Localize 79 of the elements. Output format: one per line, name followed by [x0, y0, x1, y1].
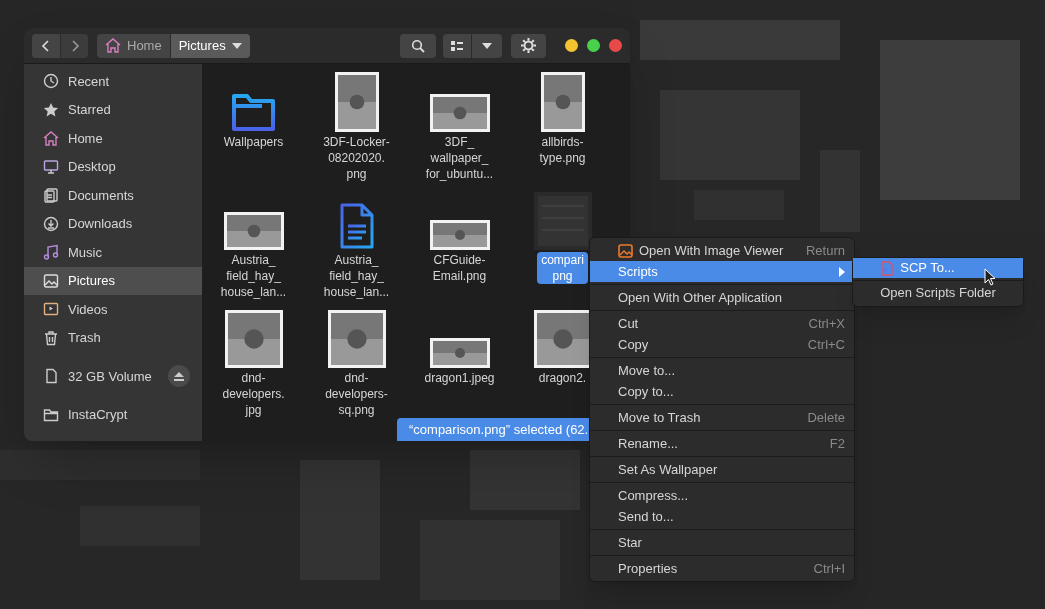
search-icon [411, 38, 425, 53]
menu-item[interactable]: Open Scripts Folder [853, 283, 1023, 303]
music-note-icon [43, 244, 59, 261]
shortcut-label: Delete [807, 408, 845, 427]
file-name[interactable]: Wallpapers [219, 134, 288, 150]
sidebar-item[interactable]: InstaCrypt [24, 400, 202, 429]
sidebar-item[interactable]: Videos [24, 295, 202, 324]
caret-icon [231, 42, 242, 49]
search-button[interactable] [400, 33, 436, 58]
shortcut-label: Return [805, 241, 845, 260]
sidebar-item[interactable]: Recent [24, 67, 202, 96]
menu-item[interactable]: Compress... [590, 485, 854, 506]
settings-icon [521, 38, 536, 53]
file-name[interactable]: allbirds- type.png [535, 134, 590, 166]
sidebar-item[interactable]: Documents [24, 181, 202, 210]
clock-icon [43, 73, 59, 90]
maximize-button[interactable] [587, 39, 600, 52]
menu-item[interactable]: Open With Image Viewer Return [590, 240, 854, 261]
sidebar-item[interactable]: Home [24, 124, 202, 153]
file-name[interactable]: dnd- developers. jpg [218, 370, 289, 418]
menu-item[interactable]: Rename... F2 [590, 433, 854, 454]
file-name[interactable]: dnd- developers- sq.png [321, 370, 392, 418]
file-name[interactable]: 3DF-Locker- 08202020. png [319, 134, 394, 182]
file-name[interactable]: dragon2. [534, 370, 591, 386]
back-button[interactable] [32, 33, 60, 58]
sidebar-item[interactable]: 32 GB Volume [24, 362, 202, 391]
sidebar-item[interactable]: Downloads [24, 209, 202, 238]
monitor-icon [43, 158, 59, 175]
shortcut-label: Ctrl+C [807, 335, 845, 354]
eject-icon [174, 371, 184, 381]
sidebar-item[interactable]: Desktop [24, 152, 202, 181]
menu-item[interactable]: Move to Trash Delete [590, 407, 854, 428]
file-name[interactable]: 3DF_ wallpaper_ for_ubuntu... [421, 134, 498, 182]
eject-button[interactable] [168, 365, 190, 388]
menu-item[interactable]: Set As Wallpaper [590, 459, 854, 480]
folder-icon [230, 92, 277, 132]
script-file-icon [881, 260, 894, 276]
menu-item[interactable]: Open With Other Application [590, 287, 854, 308]
view-options-button[interactable] [472, 33, 502, 58]
download-icon [43, 215, 59, 232]
settings-button[interactable] [511, 33, 546, 58]
path-button[interactable]: Home [97, 33, 170, 58]
file-name[interactable]: CFGuide- Email.png [428, 252, 491, 284]
sidebar-item[interactable]: Starred [24, 95, 202, 124]
sd-card-icon [43, 368, 59, 385]
trash-icon [43, 329, 59, 346]
menu-item[interactable]: Properties Ctrl+I [590, 558, 854, 579]
menu-item[interactable]: Cut Ctrl+X [590, 313, 854, 334]
menu-item[interactable]: Copy Ctrl+C [590, 334, 854, 355]
close-button[interactable] [609, 39, 622, 52]
file-name[interactable]: Austria_ field_hay_ house_lan... [319, 252, 394, 300]
shortcut-label: F2 [829, 434, 845, 453]
menu-item[interactable]: Send to... [590, 506, 854, 527]
image-icon [43, 272, 59, 289]
path-button[interactable]: Pictures [170, 33, 250, 58]
file-name[interactable]: Austria_ field_hay_ house_lan... [216, 252, 291, 300]
video-icon [43, 301, 59, 318]
file-name[interactable]: dragon1.jpeg [420, 370, 499, 386]
folder-icon [43, 406, 59, 423]
shortcut-label: Ctrl+X [808, 314, 845, 333]
documents-icon [43, 187, 59, 204]
menu-item[interactable]: Copy to... [590, 381, 854, 402]
forward-button[interactable] [61, 33, 88, 58]
sidebar-item[interactable]: Music [24, 238, 202, 267]
list-view-button[interactable] [443, 33, 471, 58]
list-icon [451, 40, 463, 51]
sidebar-item[interactable]: Trash [24, 323, 202, 352]
minimize-button[interactable] [565, 39, 578, 52]
sidebar-item[interactable]: Pictures [24, 266, 202, 295]
home-icon [43, 130, 59, 147]
shortcut-label: Ctrl+I [813, 559, 845, 578]
image-viewer-icon [618, 243, 633, 258]
submenu-arrow-icon [839, 266, 845, 277]
caret-icon [482, 42, 492, 49]
star-icon [43, 101, 59, 118]
home-icon [105, 38, 121, 53]
document-icon [338, 202, 375, 250]
menu-item[interactable]: Star [590, 532, 854, 553]
menu-item[interactable]: Move to... [590, 360, 854, 381]
